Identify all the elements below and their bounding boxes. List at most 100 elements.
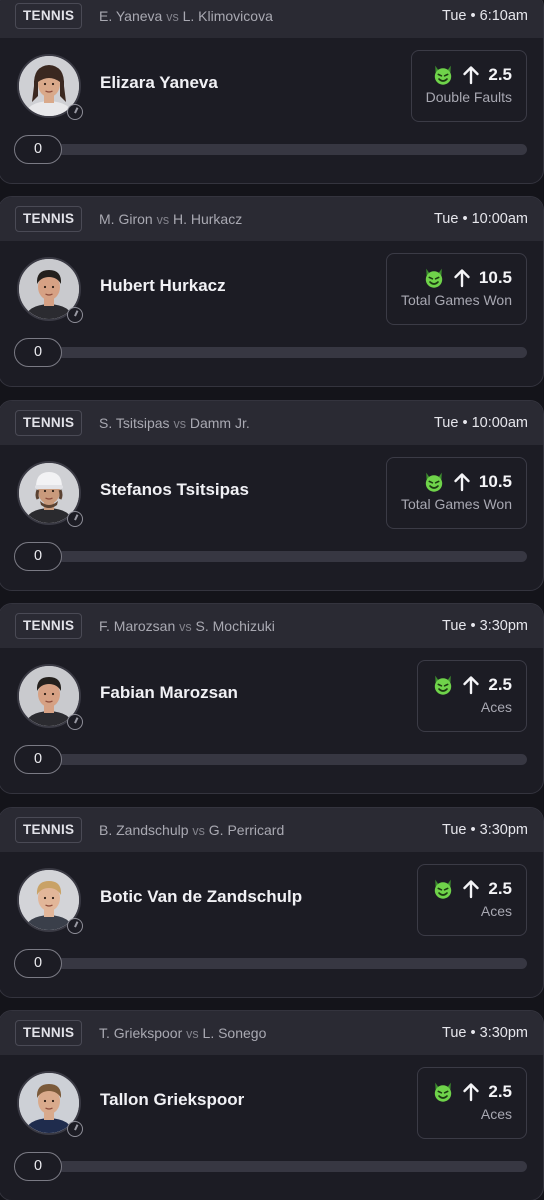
clock-icon — [67, 1121, 83, 1137]
matchup-player-1: F. Marozsan — [99, 618, 176, 635]
matchup: S. Tsitsipas vs Damm Jr. — [99, 401, 250, 446]
card-header: TENNIS E. Yaneva vs L. Klimovicova Tue •… — [0, 0, 543, 38]
picks-list: TENNIS E. Yaneva vs L. Klimovicova Tue •… — [0, 0, 544, 1200]
sport-badge: TENNIS — [15, 206, 83, 233]
game-time: Tue • 6:10am — [442, 8, 528, 24]
stat-type: Aces — [480, 902, 512, 919]
matchup-player-2: S. Mochizuki — [195, 618, 275, 635]
clock-icon — [67, 714, 83, 731]
matchup-vs: vs — [186, 1027, 199, 1041]
line-value: 2.5 — [488, 878, 512, 898]
current-value-pill: 0 — [14, 1152, 62, 1181]
pick-card[interactable]: TENNIS E. Yaneva vs L. Klimovicova Tue •… — [0, 0, 544, 184]
player-name: Stefanos Tsitsipas — [100, 479, 249, 499]
player-name: Botic Van de Zandschulp — [100, 886, 303, 906]
player-avatar-wrap — [17, 54, 83, 120]
projection-box[interactable]: 2.5 Double Faults — [410, 50, 527, 122]
pick-card[interactable]: TENNIS F. Marozsan vs S. Mochizuki Tue •… — [0, 603, 544, 795]
matchup-player-1: B. Zandschulp — [99, 821, 189, 838]
game-time: Tue • 10:00am — [433, 211, 528, 228]
player-name: Tallon Griekspoor — [100, 1090, 245, 1109]
current-value-pill: 0 — [14, 135, 62, 164]
pick-card[interactable]: TENNIS T. Griekspoor vs L. Sonego Tue • … — [0, 1010, 544, 1200]
matchup-player-2: L. Klimovicova — [182, 8, 273, 24]
current-value-pill: 0 — [14, 338, 62, 368]
green-demon-icon — [435, 1082, 452, 1102]
projection-box[interactable]: 2.5 Aces — [417, 1067, 527, 1139]
game-time: Tue • 3:30pm — [442, 618, 528, 635]
sport-badge: TENNIS — [15, 816, 83, 843]
clock-icon — [67, 307, 83, 324]
line-row: 2.5 — [432, 1080, 512, 1104]
player-name: Elizara Yaneva — [100, 73, 218, 92]
card-header: TENNIS S. Tsitsipas vs Damm Jr. Tue • 10… — [0, 400, 543, 446]
matchup: T. Griekspoor vs L. Sonego — [99, 1011, 266, 1056]
matchup: E. Yaneva vs L. Klimovicova — [99, 0, 273, 39]
pick-card[interactable]: TENNIS S. Tsitsipas vs Damm Jr. Tue • 10… — [0, 399, 544, 591]
current-value-pill: 0 — [14, 948, 62, 978]
clock-icon — [67, 510, 83, 527]
player-name: Hubert Hurkacz — [100, 276, 226, 296]
stat-type: Aces — [480, 699, 512, 716]
matchup-vs: vs — [179, 620, 192, 635]
matchup: M. Giron vs H. Hurkacz — [99, 197, 242, 242]
arrow-up-icon — [454, 473, 470, 491]
matchup-player-1: E. Yaneva — [99, 8, 163, 24]
green-demon-icon — [425, 472, 443, 492]
green-demon-icon — [435, 675, 452, 695]
line-row: 10.5 — [401, 470, 512, 494]
player-avatar-wrap — [17, 867, 83, 934]
green-demon-icon — [425, 268, 443, 289]
projection-box[interactable]: 2.5 Aces — [417, 863, 527, 936]
clock-icon — [67, 917, 83, 934]
progress-bar — [57, 347, 527, 359]
card-header: TENNIS T. Griekspoor vs L. Sonego Tue • … — [0, 1011, 543, 1055]
progress-bar — [57, 754, 527, 766]
current-value-pill: 0 — [14, 541, 62, 571]
arrow-up-icon — [463, 66, 480, 85]
sport-badge: TENNIS — [15, 613, 83, 640]
game-time: Tue • 10:00am — [433, 414, 528, 431]
game-time: Tue • 3:30pm — [442, 821, 528, 838]
line-value: 2.5 — [488, 1082, 512, 1101]
green-demon-icon — [435, 879, 452, 899]
progress-bar — [57, 1161, 527, 1172]
card-header: TENNIS F. Marozsan vs S. Mochizuki Tue •… — [0, 604, 543, 649]
matchup-player-2: G. Perricard — [208, 821, 285, 838]
line-row: 2.5 — [426, 63, 512, 87]
progress-bar — [57, 957, 527, 969]
line-value: 10.5 — [478, 268, 512, 288]
stat-type: Total Games Won — [400, 292, 512, 309]
progress-bar — [57, 550, 527, 562]
stat-type: Double Faults — [425, 89, 512, 105]
matchup-player-1: M. Giron — [99, 211, 153, 228]
current-value-pill: 0 — [14, 745, 62, 775]
arrow-up-icon — [463, 676, 480, 695]
matchup-player-2: L. Sonego — [202, 1025, 267, 1041]
player-name: Fabian Marozsan — [100, 683, 238, 703]
line-value: 2.5 — [488, 675, 512, 695]
projection-box[interactable]: 10.5 Total Games Won — [385, 253, 527, 326]
sport-badge: TENNIS — [15, 409, 83, 436]
arrow-up-icon — [454, 269, 470, 288]
matchup-player-2: Damm Jr. — [189, 414, 250, 431]
stat-type: Aces — [480, 1106, 512, 1122]
matchup-vs: vs — [173, 416, 186, 431]
sport-badge: TENNIS — [15, 3, 83, 29]
projection-box[interactable]: 10.5 Total Games Won — [385, 456, 527, 529]
matchup-vs: vs — [166, 10, 179, 24]
pick-card[interactable]: TENNIS M. Giron vs H. Hurkacz Tue • 10:0… — [0, 196, 544, 388]
player-avatar-wrap — [17, 664, 83, 731]
line-row: 2.5 — [432, 877, 512, 901]
projection-box[interactable]: 2.5 Aces — [417, 660, 527, 733]
matchup-player-1: T. Griekspoor — [99, 1025, 183, 1041]
matchup-player-1: S. Tsitsipas — [99, 414, 170, 431]
matchup-player-2: H. Hurkacz — [172, 211, 243, 228]
pick-card[interactable]: TENNIS B. Zandschulp vs G. Perricard Tue… — [0, 806, 544, 998]
player-avatar-wrap — [17, 460, 83, 527]
green-demon-icon — [435, 65, 452, 85]
matchup-vs: vs — [192, 823, 205, 838]
game-time: Tue • 3:30pm — [442, 1025, 528, 1041]
line-value: 2.5 — [488, 65, 512, 84]
card-header: TENNIS B. Zandschulp vs G. Perricard Tue… — [0, 807, 543, 852]
